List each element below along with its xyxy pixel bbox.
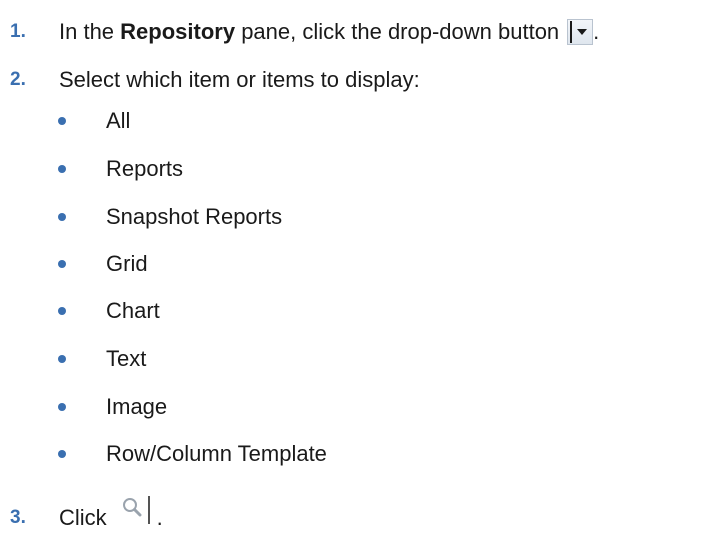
step-text: Click . [59, 496, 163, 534]
bullet-icon [58, 165, 66, 173]
step-text-click: Click [59, 505, 107, 530]
pane-name: Repository [120, 19, 236, 44]
bullet-icon [58, 117, 66, 125]
list-item-label: All [106, 108, 131, 133]
magnifier-icon [117, 494, 157, 526]
list-item-label: Text [106, 346, 147, 371]
list-item-label: Image [106, 394, 168, 419]
step-number: 2. [10, 69, 26, 90]
bullet-icon [58, 260, 66, 268]
step-text: In the Repository pane, click the drop-d… [59, 19, 599, 45]
list-item-label: Row/Column Template [106, 441, 327, 466]
step-text-before: In the [59, 19, 121, 44]
step-number: 3. [10, 507, 26, 528]
bullet-icon [58, 355, 66, 363]
bullet-icon [58, 403, 66, 411]
step-text-after: pane, click the drop-down button [235, 19, 560, 44]
step-end: . [593, 19, 600, 44]
list-item-label: Chart [106, 298, 160, 323]
bullet-icon [58, 307, 66, 315]
list-item-label: Grid [106, 251, 148, 276]
list-item-label: Snapshot Reports [106, 204, 283, 229]
bullet-icon [58, 213, 66, 221]
step-end: . [156, 505, 163, 530]
list-item-label: Reports [106, 156, 184, 181]
bullet-icon [58, 450, 66, 458]
step-text: Select which item or items to display: [59, 67, 420, 92]
step-number: 1. [10, 21, 26, 42]
chevron-down-icon [567, 19, 594, 45]
